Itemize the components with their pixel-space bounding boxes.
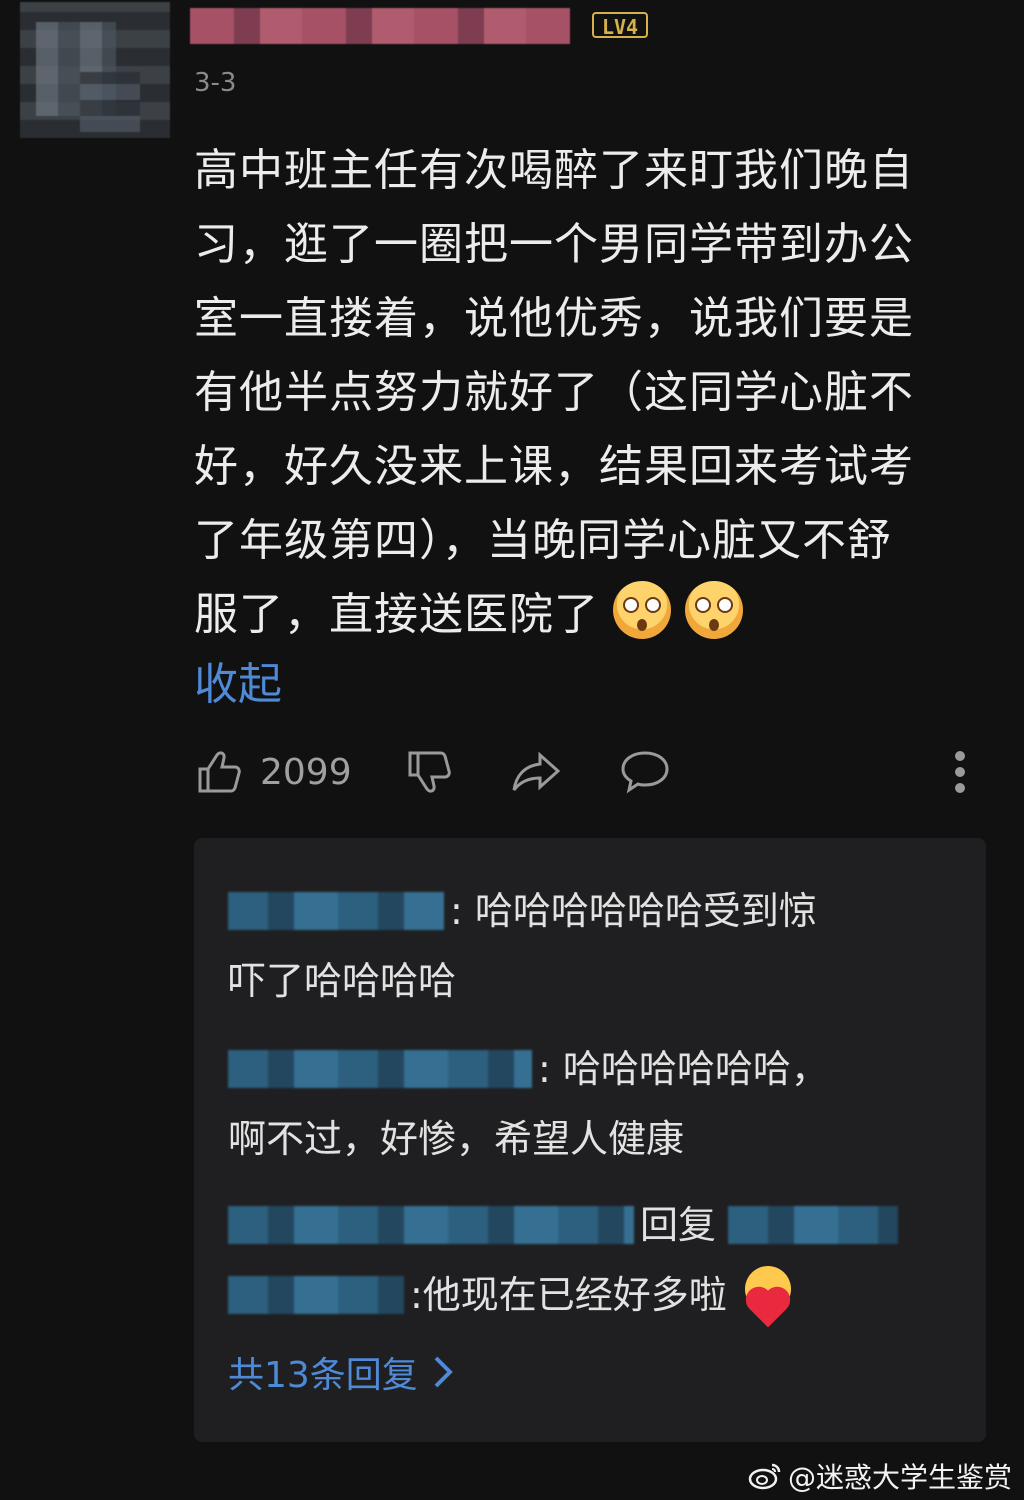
reply-button[interactable] xyxy=(618,742,672,802)
comment-line: 室一直搂着，说他优秀，说我们要是 xyxy=(194,293,914,344)
comment-text: 高中班主任有次喝醉了来盯我们晚自 习，逛了一圈把一个男同学带到办公 室一直搂着，… xyxy=(194,134,974,652)
thumbs-up-icon xyxy=(198,751,241,793)
replies-panel: : 哈哈哈哈哈哈受到惊 吓了哈哈哈哈 : 哈哈哈哈哈哈， 啊不过，好惨，希望人健… xyxy=(194,838,986,1442)
reply-username-blurred[interactable] xyxy=(228,1206,634,1244)
like-count: 2099 xyxy=(260,751,352,793)
comment-line: 了年级第四），当晚同学心脏又不舒 xyxy=(194,515,892,566)
username-blurred[interactable] xyxy=(190,8,570,44)
view-all-replies-link[interactable]: 共13条回复 xyxy=(228,1346,454,1398)
reply-item[interactable]: : 哈哈哈哈哈哈， 啊不过，好惨，希望人健康 xyxy=(228,1034,958,1174)
hugging-heart-emoji-icon xyxy=(737,1262,797,1328)
share-arrow-icon xyxy=(512,751,561,791)
comment-bubble-icon xyxy=(621,751,669,794)
view-all-replies-label: 共13条回复 xyxy=(228,1355,418,1396)
reply-to-label: 回复 xyxy=(640,1203,717,1247)
comment-line: 高中班主任有次喝醉了来盯我们晚自 xyxy=(194,145,914,196)
reply-text: : 哈哈哈哈哈哈， xyxy=(538,1047,829,1091)
reply-text: :他现在已经好多啦 xyxy=(410,1273,727,1317)
reply-username-blurred[interactable] xyxy=(228,1050,532,1088)
reply-target-username-blurred[interactable] xyxy=(228,1276,404,1314)
more-options-button[interactable] xyxy=(950,742,970,802)
watermark-text: @迷惑大学生鉴赏 xyxy=(787,1461,1012,1494)
comment-line: 有他半点努力就好了（这同学心脏不 xyxy=(194,367,914,418)
reply-text: 啊不过，好惨，希望人健康 xyxy=(228,1117,685,1161)
watermark: @迷惑大学生鉴赏 xyxy=(748,1456,1012,1496)
reply-item[interactable]: 回复 :他现在已经好多啦 xyxy=(228,1190,958,1330)
comment-date: 3-3 xyxy=(194,68,237,98)
reply-target-username-blurred[interactable] xyxy=(728,1206,899,1244)
avatar[interactable] xyxy=(20,2,170,138)
weibo-logo-icon xyxy=(748,1463,781,1490)
comment-actions: 2099 xyxy=(194,742,974,802)
scared-face-icon xyxy=(613,581,671,639)
thumbs-down-icon xyxy=(408,751,451,793)
comment-line: 好，好久没来上课，结果回来考试考 xyxy=(194,441,914,492)
chevron-right-icon xyxy=(434,1356,453,1388)
collapse-link[interactable]: 收起 xyxy=(194,648,282,712)
share-button[interactable] xyxy=(510,742,564,802)
more-vertical-icon xyxy=(955,751,965,793)
level-badge: LV4 xyxy=(592,12,648,39)
scared-face-icon xyxy=(685,581,743,639)
like-button[interactable]: 2099 xyxy=(194,742,352,802)
reply-text: 吓了哈哈哈哈 xyxy=(228,959,457,1003)
reply-text: : 哈哈哈哈哈哈受到惊 xyxy=(450,889,817,933)
comment-line: 服了，直接送医院了 xyxy=(194,589,599,640)
dislike-button[interactable] xyxy=(404,742,454,802)
comment-last-line: 服了，直接送医院了 xyxy=(194,578,974,652)
reply-username-blurred[interactable] xyxy=(228,892,444,930)
comment-line: 习，逛了一圈把一个男同学带到办公 xyxy=(194,219,914,270)
reply-item[interactable]: : 哈哈哈哈哈哈受到惊 吓了哈哈哈哈 xyxy=(228,876,958,1016)
